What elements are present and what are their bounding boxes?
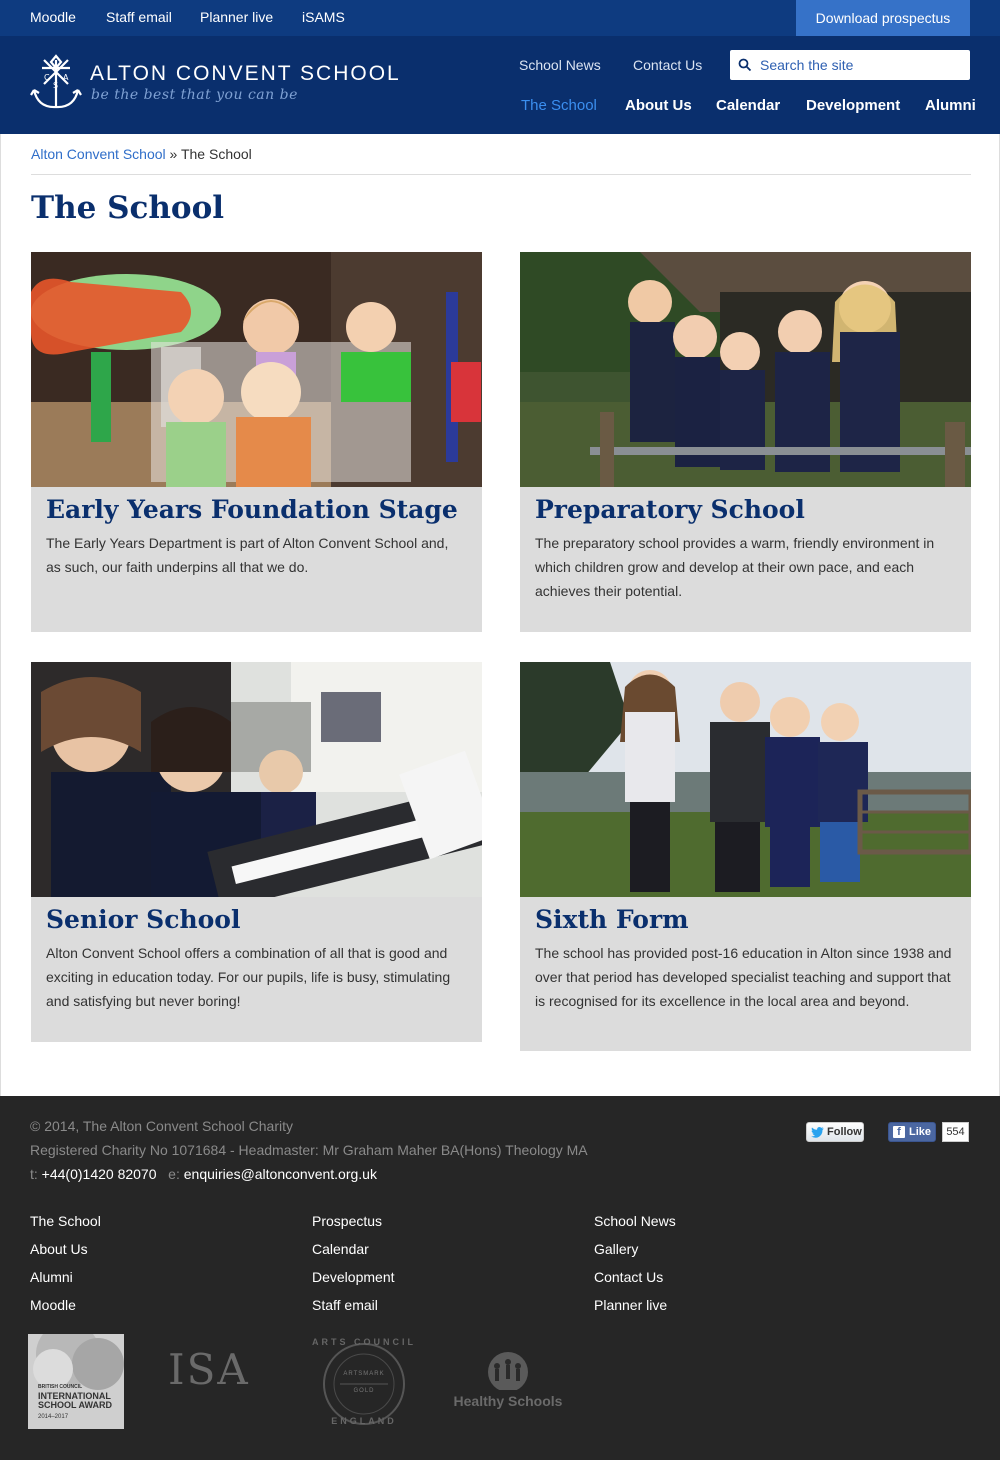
footer-registered-charity: Registered Charity No 1071684 - Headmast… [30, 1142, 588, 1158]
nav-alumni[interactable]: Alumni [925, 97, 976, 114]
search-box[interactable] [730, 50, 970, 80]
topbar-link-isams[interactable]: iSAMS [302, 9, 345, 25]
card-title[interactable]: Sixth Form [535, 905, 956, 935]
breadcrumb-separator: » [169, 146, 178, 162]
facebook-like-label: Like [909, 1126, 932, 1138]
healthy-schools-figures-icon [488, 1352, 528, 1392]
twitter-follow-label: Follow [827, 1126, 862, 1138]
card-title[interactable]: Early Years Foundation Stage [46, 495, 467, 525]
twitter-follow-button[interactable]: Follow [806, 1122, 864, 1142]
header-link-contact-us[interactable]: Contact Us [633, 57, 702, 73]
main-content: Alton Convent School » The School The Sc… [0, 134, 1000, 1096]
svg-text:S: S [53, 81, 58, 90]
england-label: ENGLAND [331, 1416, 397, 1426]
school-name[interactable]: ALTON CONVENT SCHOOL [90, 62, 401, 86]
search-input[interactable] [760, 57, 960, 73]
facebook-icon: f [893, 1126, 905, 1138]
email-link[interactable]: enquiries@altonconvent.org.uk [184, 1166, 377, 1182]
svg-text:C: C [44, 73, 50, 82]
footer-link-moodle[interactable]: Moodle [30, 1297, 76, 1313]
card-description: The preparatory school provides a warm, … [535, 535, 935, 599]
footer-link-gallery[interactable]: Gallery [594, 1241, 638, 1257]
footer-copyright: © 2014, The Alton Convent School Charity [30, 1118, 293, 1134]
footer-link-alumni[interactable]: Alumni [30, 1269, 73, 1285]
footer-link-development[interactable]: Development [312, 1269, 395, 1285]
card-preparatory[interactable]: Preparatory School The preparatory schoo… [520, 252, 971, 632]
international-award-title: INTERNATIONAL SCHOOL AWARD [38, 1391, 113, 1410]
footer-link-the-school[interactable]: The School [30, 1213, 101, 1229]
card-title[interactable]: Senior School [46, 905, 467, 935]
international-school-award-badge[interactable]: BRITISH COUNCIL INTERNATIONAL SCHOOL AWA… [28, 1334, 124, 1429]
nav-about-us[interactable]: About Us [625, 97, 692, 114]
phone-number[interactable]: +44(0)1420 82070 [42, 1166, 157, 1182]
nav-development[interactable]: Development [806, 97, 900, 114]
isa-logo-text: ISA [168, 1345, 250, 1394]
nav-calendar[interactable]: Calendar [716, 97, 780, 114]
email-label: e: [168, 1166, 180, 1182]
svg-text:A: A [63, 73, 69, 82]
utility-bar: Moodle Staff email Planner live iSAMS Do… [0, 0, 1000, 36]
footer-link-calendar[interactable]: Calendar [312, 1241, 369, 1257]
international-award-years: 2014–2017 [38, 1414, 69, 1420]
nav-the-school[interactable]: The School [521, 97, 597, 114]
card-description: The Early Years Department is part of Al… [46, 535, 449, 575]
healthy-schools-label: Healthy Schools [453, 1393, 563, 1409]
card-early-years[interactable]: Early Years Foundation Stage The Early Y… [31, 252, 482, 632]
breadcrumb: Alton Convent School » The School [31, 146, 252, 162]
topbar-link-staff-email[interactable]: Staff email [106, 9, 172, 25]
footer-link-contact-us[interactable]: Contact Us [594, 1269, 663, 1285]
facebook-like-button[interactable]: f Like [888, 1122, 936, 1142]
footer-link-prospectus[interactable]: Prospectus [312, 1213, 382, 1229]
arts-council-label: ARTS COUNCIL [312, 1337, 416, 1347]
card-description: Alton Convent School offers a combinatio… [46, 945, 451, 1009]
twitter-bird-icon [811, 1126, 824, 1138]
artsmark-gold-label: GOLD [353, 1388, 375, 1394]
page-title: The School [31, 190, 225, 226]
footer-link-about-us[interactable]: About Us [30, 1241, 88, 1257]
header-link-school-news[interactable]: School News [519, 57, 601, 73]
site-header: C A S ALTON CONVENT SCHOOL be the best t… [0, 36, 1000, 134]
footer-link-school-news[interactable]: School News [594, 1213, 676, 1229]
card-title[interactable]: Preparatory School [535, 495, 956, 525]
sixth-form-photo[interactable] [520, 662, 971, 897]
card-description: The school has provided post-16 educatio… [535, 945, 952, 1009]
topbar-link-planner-live[interactable]: Planner live [200, 9, 273, 25]
card-sixth-form[interactable]: Sixth Form The school has provided post-… [520, 662, 971, 1051]
footer-link-planner-live[interactable]: Planner live [594, 1297, 667, 1313]
phone-label: t: [30, 1166, 38, 1182]
early-years-photo[interactable] [31, 252, 482, 487]
anchor-logo-icon[interactable]: C A S [30, 54, 82, 112]
breadcrumb-current: The School [180, 146, 252, 162]
british-council-label: BRITISH COUNCIL [38, 1384, 83, 1390]
download-prospectus-button[interactable]: Download prospectus [796, 0, 970, 36]
school-tagline: be the best that you can be [91, 87, 298, 103]
card-senior-school[interactable]: Senior School Alton Convent School offer… [31, 662, 482, 1042]
topbar-link-moodle[interactable]: Moodle [30, 9, 76, 25]
healthy-schools-logo[interactable]: Healthy Schools [452, 1350, 564, 1414]
footer-contact: t: +44(0)1420 82070 e: enquiries@altonco… [30, 1166, 377, 1182]
preparatory-photo[interactable] [520, 252, 971, 487]
isa-logo[interactable]: ISA [168, 1340, 268, 1420]
facebook-like-count: 554 [942, 1122, 969, 1142]
search-icon [738, 58, 752, 72]
artsmark-label: ARTSMARK [343, 1371, 385, 1377]
breadcrumb-home-link[interactable]: Alton Convent School [31, 146, 166, 162]
senior-school-photo[interactable] [31, 662, 482, 897]
footer-link-staff-email[interactable]: Staff email [312, 1297, 378, 1313]
arts-council-artsmark-logo[interactable]: ARTS COUNCIL ARTSMARK GOLD ENGLAND [306, 1334, 422, 1432]
divider [31, 174, 971, 175]
